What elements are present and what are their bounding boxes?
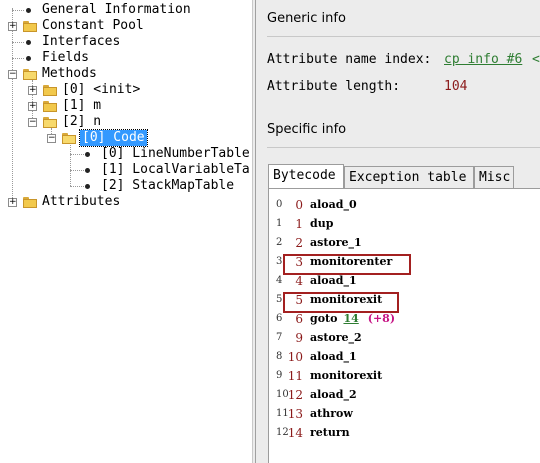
bullet-icon bbox=[26, 40, 31, 45]
tree-node-label: Fields bbox=[42, 50, 89, 65]
bytecode-instruction: astore_1 bbox=[310, 234, 362, 252]
jump-target-link[interactable]: 14 bbox=[343, 312, 358, 325]
tree-node-label: General Information bbox=[42, 2, 191, 17]
bytecode-instruction: aload_1 bbox=[310, 348, 357, 366]
expand-plus-icon[interactable]: + bbox=[8, 22, 17, 31]
section-divider bbox=[267, 36, 540, 37]
relative-offset: (+8) bbox=[367, 312, 396, 325]
bullet-icon bbox=[85, 152, 90, 157]
instruction-mnemonic: aload_1 bbox=[310, 350, 357, 363]
tree-guide-line bbox=[12, 8, 13, 204]
specific-info-title: Specific info bbox=[267, 122, 347, 137]
bytecode-instruction: return bbox=[310, 424, 350, 442]
bullet-icon bbox=[85, 184, 90, 189]
class-tree-panel[interactable]: General Information + Constant Pool Inte… bbox=[0, 0, 252, 463]
folder-open-icon bbox=[43, 117, 57, 128]
tree-node-label: [0] <init> bbox=[62, 82, 141, 97]
instruction-mnemonic: goto bbox=[310, 312, 338, 325]
collapse-minus-icon[interactable]: − bbox=[47, 134, 56, 143]
bytecode-offset: 13 bbox=[287, 407, 303, 421]
tree-node-label: Constant Pool bbox=[42, 18, 144, 33]
instruction-mnemonic: aload_2 bbox=[310, 388, 357, 401]
instruction-mnemonic: monitorexit bbox=[310, 369, 383, 382]
bullet-icon bbox=[26, 56, 31, 61]
instruction-mnemonic: astore_2 bbox=[310, 331, 362, 344]
section-divider bbox=[267, 147, 540, 148]
bytecode-offset: 1 bbox=[295, 217, 303, 231]
bytecode-instruction: dup bbox=[310, 215, 333, 233]
collapse-minus-icon[interactable]: − bbox=[8, 70, 17, 79]
folder-open-icon bbox=[23, 69, 37, 80]
bytecode-listing[interactable]: 0 0 aload_0 1 1 dup 2 2 astore_1 3 3 monitorenter 4 4… bbox=[268, 188, 540, 463]
attribute-length-label: Attribute length: bbox=[267, 79, 401, 94]
folder-icon bbox=[23, 21, 37, 32]
bytecode-offset: 11 bbox=[287, 369, 303, 383]
highlight-box-monitorenter bbox=[283, 254, 411, 275]
bytecode-instruction: aload_2 bbox=[310, 386, 357, 404]
bytecode-instruction: athrow bbox=[310, 405, 353, 423]
tree-node-label: [1] LocalVariableTa bbox=[101, 162, 250, 177]
folder-icon bbox=[43, 101, 57, 112]
bytecode-offset: 9 bbox=[295, 331, 303, 345]
instruction-mnemonic: athrow bbox=[310, 407, 353, 420]
bytecode-offset: 10 bbox=[287, 350, 303, 364]
instruction-mnemonic: dup bbox=[310, 217, 334, 230]
tree-node-label: [2] StackMapTable bbox=[101, 178, 235, 193]
bullet-icon bbox=[26, 8, 31, 13]
tree-node-label: [2] n bbox=[62, 114, 102, 129]
bullet-icon bbox=[85, 168, 90, 173]
bytecode-offset: 12 bbox=[287, 388, 303, 402]
folder-icon bbox=[23, 197, 37, 208]
tree-node-label: Interfaces bbox=[42, 34, 121, 49]
tree-node-label: Methods bbox=[42, 66, 97, 81]
highlight-box-monitorexit bbox=[283, 292, 399, 313]
bytecode-instruction: monitorexit bbox=[310, 367, 382, 385]
tree-node-label: [1] m bbox=[62, 98, 102, 113]
bytecode-offset: 2 bbox=[295, 236, 303, 250]
instruction-mnemonic: return bbox=[310, 426, 350, 439]
bytecode-instruction: aload_0 bbox=[310, 196, 357, 214]
instruction-mnemonic: aload_1 bbox=[310, 274, 357, 287]
attribute-name-index-link[interactable]: cp info #6 bbox=[444, 52, 522, 67]
tree-node-label: [0] LineNumberTable bbox=[101, 146, 250, 161]
instruction-mnemonic: astore_1 bbox=[310, 236, 362, 249]
attribute-length-value: 104 bbox=[444, 79, 468, 94]
tab-misc[interactable]: Misc bbox=[474, 166, 514, 188]
attribute-name-index-label: Attribute name index: bbox=[267, 52, 432, 67]
tab-exception-table[interactable]: Exception table bbox=[344, 166, 474, 188]
folder-icon bbox=[43, 85, 57, 96]
tree-node-label: Attributes bbox=[42, 194, 121, 209]
expand-plus-icon[interactable]: + bbox=[28, 86, 37, 95]
instruction-mnemonic: aload_0 bbox=[310, 198, 357, 211]
generic-info-title: Generic info bbox=[267, 11, 346, 26]
expand-plus-icon[interactable]: + bbox=[28, 102, 37, 111]
detail-panel: Generic info Attribute name index: cp in… bbox=[256, 0, 540, 463]
bytecode-offset: 0 bbox=[295, 198, 303, 212]
expand-plus-icon[interactable]: + bbox=[8, 198, 17, 207]
tab-bytecode[interactable]: Bytecode bbox=[268, 164, 344, 189]
attribute-name-index-link-overflow: < bbox=[532, 52, 540, 67]
collapse-minus-icon[interactable]: − bbox=[28, 118, 37, 127]
bytecode-offset: 14 bbox=[287, 426, 303, 440]
bytecode-instruction: astore_2 bbox=[310, 329, 362, 347]
tree-guide-line bbox=[70, 145, 71, 186]
folder-open-icon bbox=[62, 133, 76, 144]
tree-node-label-selected: [0] Code bbox=[79, 129, 148, 147]
